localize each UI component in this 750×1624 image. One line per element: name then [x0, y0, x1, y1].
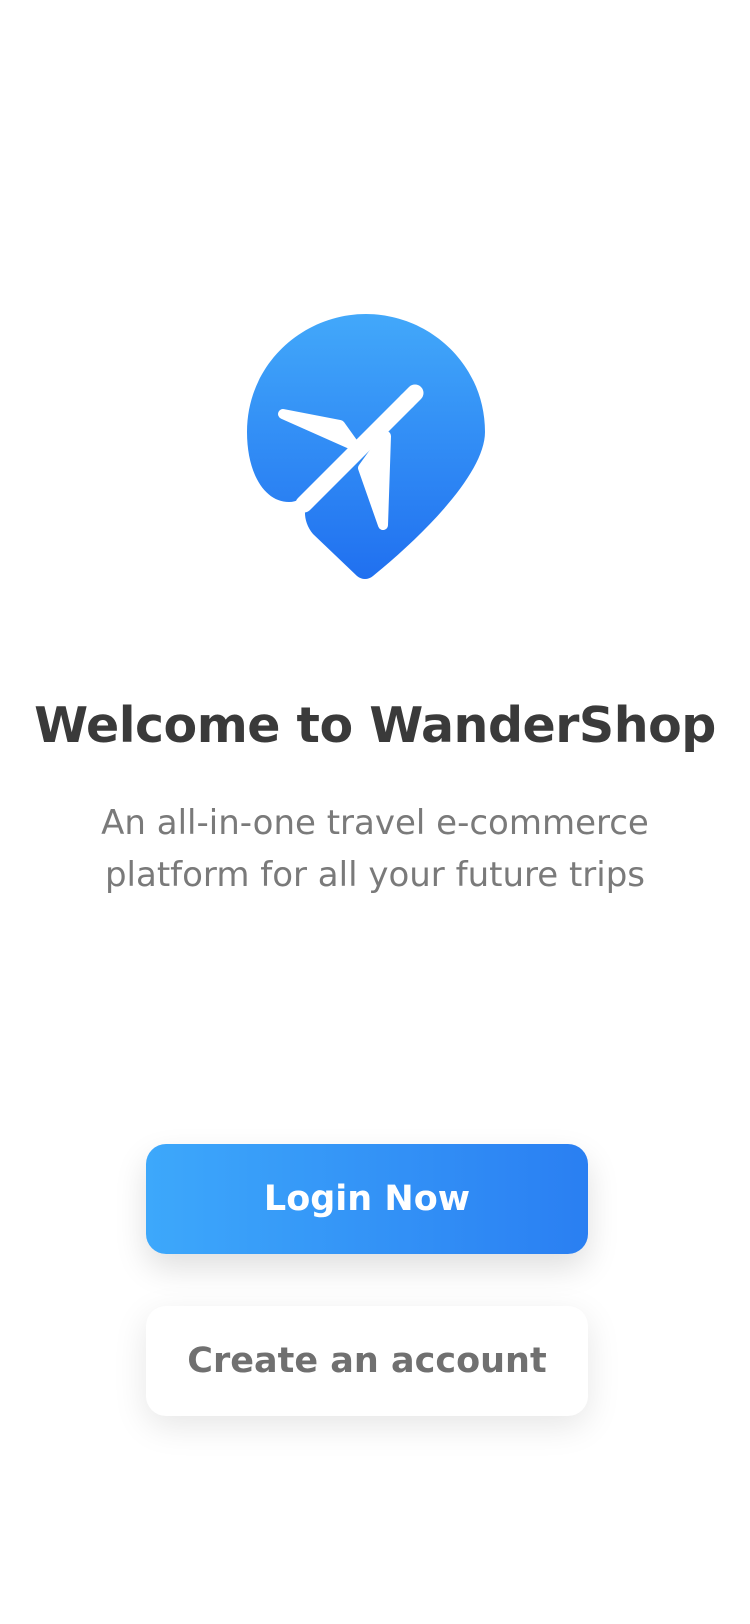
create-account-button-label: Create an account [187, 1341, 547, 1381]
login-button-label: Login Now [263, 1179, 471, 1219]
login-button[interactable]: Login Now [146, 1144, 588, 1254]
welcome-subtitle: An all-in-one travel e-commerce platform… [101, 803, 649, 895]
app-logo [247, 314, 485, 598]
create-account-button[interactable]: Create an account [146, 1306, 588, 1416]
airplane-location-pin-icon [247, 314, 485, 579]
welcome-title: Welcome to WanderShop [34, 697, 716, 754]
